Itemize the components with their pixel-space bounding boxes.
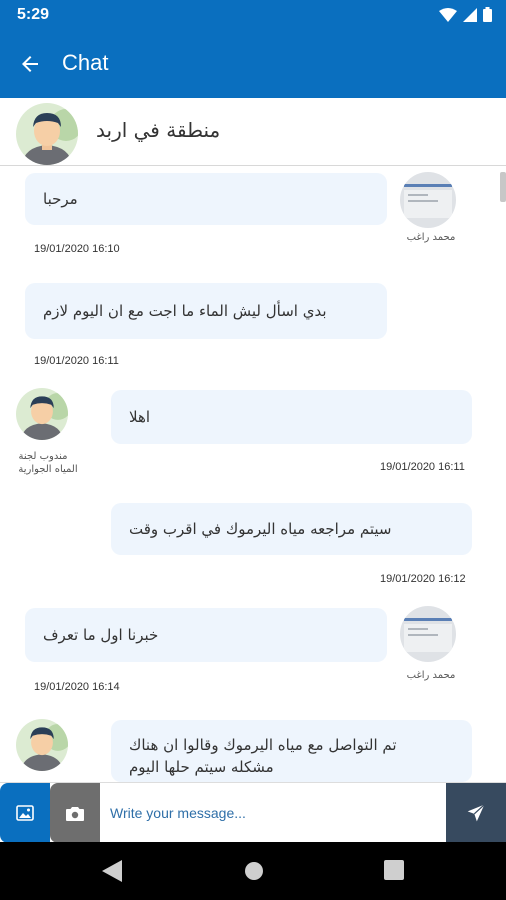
message-text: تم التواصل مع مياه اليرموك وقالوا ان هنا… xyxy=(129,736,397,754)
avatar[interactable] xyxy=(400,172,456,228)
sender-name: المياه الجوارية xyxy=(18,464,78,475)
image-icon xyxy=(16,805,34,821)
message-bubble[interactable]: مرحبا xyxy=(25,173,387,225)
nav-back-icon[interactable] xyxy=(102,860,122,882)
message-timestamp: 19/01/2020 16:14 xyxy=(34,681,120,693)
message-bubble[interactable]: اهلا xyxy=(111,390,472,444)
gallery-button[interactable] xyxy=(0,783,50,843)
app-bar: Chat xyxy=(0,30,506,98)
sender-name: محمد راغب xyxy=(406,232,456,243)
status-bar: 5:29 xyxy=(0,0,506,30)
nav-recents-icon[interactable] xyxy=(384,860,404,880)
avatar[interactable] xyxy=(16,388,68,440)
avatar[interactable] xyxy=(16,719,68,771)
message-text: سيتم مراجعه مياه اليرموك في اقرب وقت xyxy=(129,520,392,538)
message-timestamp: 19/01/2020 16:11 xyxy=(380,461,465,473)
battery-icon xyxy=(483,7,492,22)
message-bubble[interactable]: سيتم مراجعه مياه اليرموك في اقرب وقت xyxy=(111,503,472,555)
camera-icon xyxy=(66,806,84,821)
nav-home-icon[interactable] xyxy=(243,860,265,882)
message-text: بدي اسأل ليش الماء ما اجت مع ان اليوم لا… xyxy=(43,302,327,320)
camera-button[interactable] xyxy=(50,783,100,843)
message-text: مشكله سيتم حلها اليوم xyxy=(129,758,274,776)
wifi-icon xyxy=(439,7,457,22)
back-arrow-icon[interactable] xyxy=(18,52,42,76)
message-bubble[interactable]: تم التواصل مع مياه اليرموك وقالوا ان هنا… xyxy=(111,720,472,782)
message-text: مرحبا xyxy=(43,190,78,208)
status-icons xyxy=(439,7,492,22)
message-timestamp: 19/01/2020 16:11 xyxy=(34,355,119,367)
message-timestamp: 19/01/2020 16:12 xyxy=(380,573,466,585)
system-nav-bar xyxy=(0,842,506,900)
signal-icon xyxy=(463,7,477,22)
status-time: 5:29 xyxy=(17,6,50,23)
scrollbar[interactable] xyxy=(500,172,506,202)
message-composer xyxy=(0,782,506,843)
message-input[interactable] xyxy=(110,801,430,825)
sender-name: مندوب لجنة xyxy=(18,451,68,462)
sender-name: محمد راغب xyxy=(406,670,456,681)
message-timestamp: 19/01/2020 16:10 xyxy=(34,243,120,255)
send-icon xyxy=(467,804,485,822)
chat-name: منطقة في اربد xyxy=(96,118,221,142)
avatar[interactable] xyxy=(16,103,78,165)
app-title: Chat xyxy=(62,50,109,75)
message-bubble[interactable]: بدي اسأل ليش الماء ما اجت مع ان اليوم لا… xyxy=(25,283,387,339)
message-text: اهلا xyxy=(129,408,151,426)
avatar[interactable] xyxy=(400,606,456,662)
send-button[interactable] xyxy=(446,783,506,843)
chat-header: منطقة في اربد xyxy=(0,98,506,166)
message-text: خبرنا اول ما تعرف xyxy=(43,626,159,644)
message-bubble[interactable]: خبرنا اول ما تعرف xyxy=(25,608,387,662)
